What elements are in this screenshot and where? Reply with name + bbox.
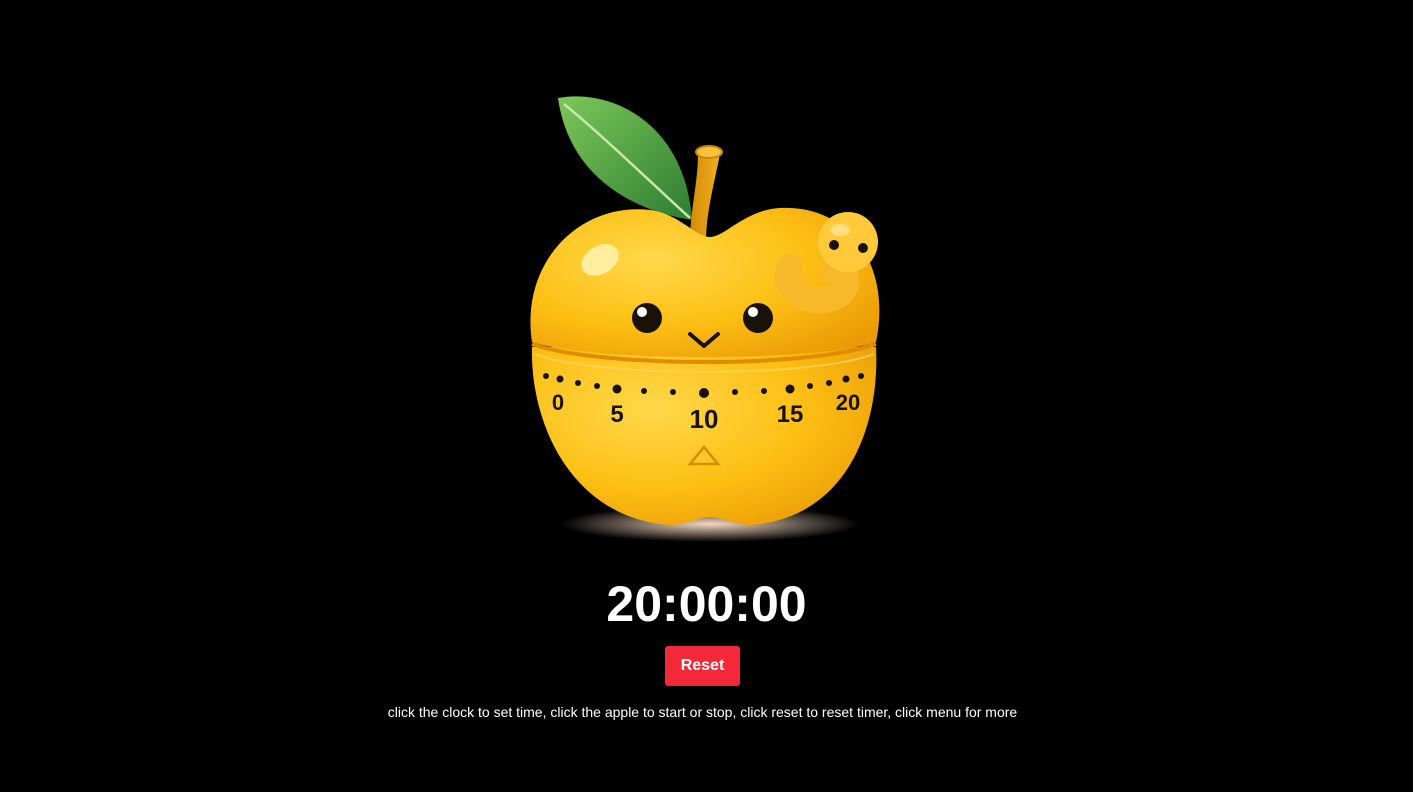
apple-timer-graphic[interactable]: 0 5 10 15 20 bbox=[520, 92, 890, 552]
dial-number: 0 bbox=[552, 390, 564, 415]
reset-button[interactable]: Reset bbox=[665, 646, 740, 686]
app-stage: 0 5 10 15 20 20:00:00 Reset click the cl… bbox=[0, 0, 1413, 792]
apple-timer-icon[interactable]: 0 5 10 15 20 bbox=[520, 92, 890, 552]
dial-number: 10 bbox=[690, 404, 719, 434]
timer-clock[interactable]: 20:00:00 bbox=[0, 572, 1413, 636]
leaf-icon bbox=[558, 96, 692, 220]
dial-number: 5 bbox=[610, 401, 623, 428]
dial-number: 20 bbox=[836, 390, 860, 415]
dial-number: 15 bbox=[777, 401, 804, 428]
stem-icon bbox=[690, 154, 720, 242]
apple-bottom bbox=[531, 347, 877, 525]
instructions-text: click the clock to set time, click the a… bbox=[387, 704, 1018, 720]
